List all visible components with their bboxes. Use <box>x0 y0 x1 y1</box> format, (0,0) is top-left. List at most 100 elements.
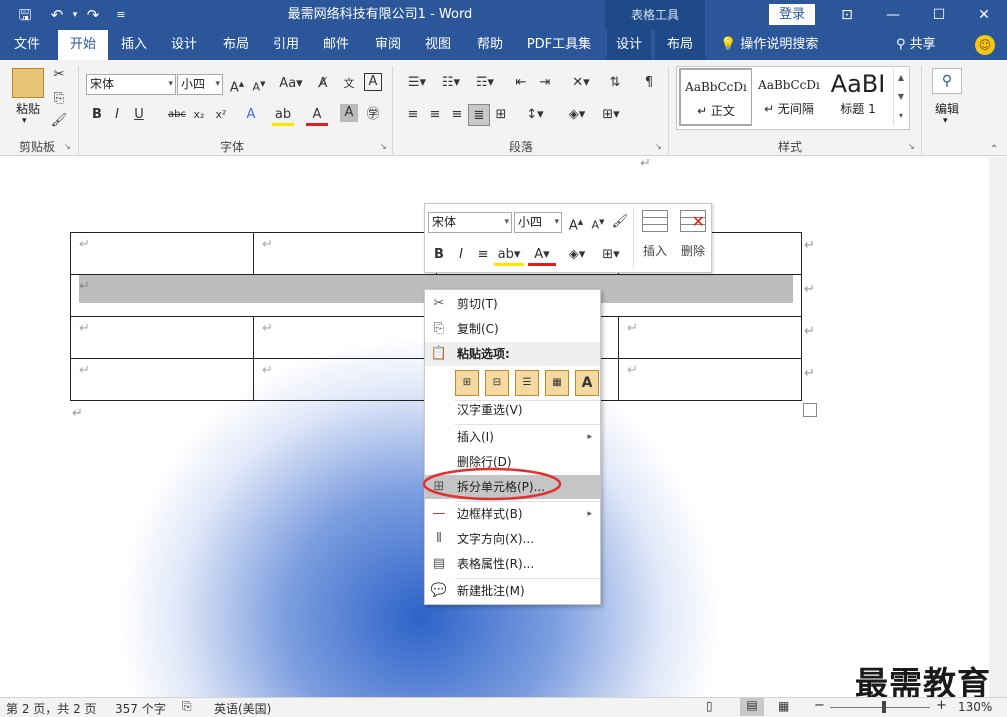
align-right-icon[interactable]: ≡ <box>446 104 468 126</box>
customize-qat-icon[interactable]: ≡ <box>110 5 132 25</box>
menu-item-reconvert[interactable]: 汉字重选(V) <box>425 398 600 422</box>
style-heading-1[interactable]: AaBI 标题 1 <box>826 68 890 126</box>
web-layout-icon[interactable]: ▦ <box>778 699 789 713</box>
character-border-icon[interactable]: A <box>364 73 382 91</box>
font-name-combo[interactable]: 宋体 ▾ <box>86 74 176 95</box>
smiley-feedback-icon[interactable]: ☺ <box>975 35 995 55</box>
paragraph-launcher-icon[interactable]: ↘ <box>655 142 662 151</box>
show-marks-icon[interactable]: ¶ <box>638 72 660 94</box>
align-center-icon[interactable]: ≡ <box>424 104 446 126</box>
borders-icon[interactable]: ⊞▾ <box>596 104 626 126</box>
menu-item-table-properties[interactable]: ▤ 表格属性(R)... <box>425 552 600 576</box>
menu-item-border-styles[interactable]: — 边框样式(B) ▸ <box>425 502 600 526</box>
print-layout-icon[interactable]: ▤ <box>740 698 764 716</box>
share-button[interactable]: ⚲ 共享 <box>896 30 936 60</box>
style-no-spacing[interactable]: AaBbCcDı ↵ 无间隔 <box>752 68 826 126</box>
copy-icon[interactable]: ⎘ <box>48 88 70 110</box>
shading-icon[interactable]: ◈▾ <box>562 104 592 126</box>
paste-text-only-icon[interactable]: A <box>575 370 599 396</box>
ribbon-display-icon[interactable]: ⊡ <box>824 0 870 30</box>
font-launcher-icon[interactable]: ↘ <box>380 142 387 151</box>
tab-table-design[interactable]: 设计 <box>607 30 651 60</box>
tab-pdf-tools[interactable]: PDF工具集 <box>522 30 596 60</box>
table-cell[interactable]: ↵ <box>253 232 437 275</box>
styles-launcher-icon[interactable]: ↘ <box>908 142 915 151</box>
editing-dropdown-icon[interactable]: ▾ <box>943 116 948 126</box>
mini-font-size-combo[interactable]: 小四 ▾ <box>514 212 562 233</box>
tab-layout[interactable]: 布局 <box>214 30 258 60</box>
collapse-ribbon-icon[interactable]: ⌃ <box>990 144 998 155</box>
change-case-icon[interactable]: Aa▾ <box>276 73 306 95</box>
mini-insert-button[interactable]: 插入 <box>637 208 673 270</box>
tab-help[interactable]: 帮助 <box>468 30 512 60</box>
tab-mailings[interactable]: 邮件 <box>314 30 358 60</box>
tab-design[interactable]: 设计 <box>162 30 206 60</box>
table-cell[interactable]: ↵ <box>70 358 254 401</box>
align-left-icon[interactable]: ≡ <box>402 104 424 126</box>
table-cell[interactable]: ↵ <box>618 358 802 401</box>
mini-center-icon[interactable]: ≡ <box>472 244 494 266</box>
clipboard-launcher-icon[interactable]: ↘ <box>64 142 71 151</box>
paste-merge-table-icon[interactable]: ⊟ <box>485 370 509 396</box>
save-icon[interactable]: 🖫 <box>14 5 36 25</box>
mini-font-color-icon[interactable]: A▾ <box>528 244 556 266</box>
read-mode-icon[interactable]: ▯ <box>706 699 713 713</box>
multilevel-list-icon[interactable]: ☶▾ <box>470 72 500 94</box>
bold-icon[interactable]: B <box>86 104 108 126</box>
mini-font-name-combo[interactable]: 宋体 ▾ <box>428 212 512 233</box>
close-icon[interactable]: ✕ <box>961 0 1007 30</box>
mini-grow-font-icon[interactable]: A▲ <box>565 211 587 233</box>
language[interactable]: 英语(美国) <box>214 700 271 717</box>
menu-item-copy[interactable]: ⎘ 复制(C) <box>425 317 600 341</box>
character-shading-icon[interactable]: A <box>340 104 358 122</box>
format-painter-icon[interactable]: 🖌 <box>48 110 70 132</box>
sort-icon[interactable]: ⇅ <box>604 72 626 94</box>
tab-insert[interactable]: 插入 <box>112 30 156 60</box>
tab-table-layout[interactable]: 布局 <box>655 30 705 60</box>
grow-font-icon[interactable]: A▲ <box>226 73 248 95</box>
italic-icon[interactable]: I <box>106 104 128 126</box>
mini-italic-icon[interactable]: I <box>450 244 472 266</box>
underline-icon[interactable]: U <box>128 104 150 126</box>
tab-view[interactable]: 视图 <box>416 30 460 60</box>
table-cell[interactable]: ↵ <box>70 316 254 359</box>
paste-dropdown-icon[interactable]: ▾ <box>22 116 27 126</box>
paste-insert-rows-icon[interactable]: ☰ <box>515 370 539 396</box>
login-button[interactable]: 登录 <box>769 4 815 25</box>
paste-nested-table-icon[interactable]: ⊞ <box>455 370 479 396</box>
mini-shrink-font-icon[interactable]: A▼ <box>587 211 609 233</box>
superscript-icon[interactable]: x² <box>210 104 232 126</box>
tab-references[interactable]: 引用 <box>264 30 308 60</box>
table-cell[interactable]: ↵ <box>253 358 437 401</box>
zoom-slider[interactable] <box>830 707 930 708</box>
phonetic-guide-icon[interactable]: 文 <box>338 73 360 95</box>
mini-highlight-icon[interactable]: ab▾ <box>494 244 524 266</box>
chinese-layout-icon[interactable]: ✕▾ <box>566 72 596 94</box>
zoom-slider-thumb[interactable] <box>882 701 886 713</box>
mini-format-painter-icon[interactable]: 🖌 <box>609 211 631 233</box>
zoom-in-icon[interactable]: + <box>936 698 947 713</box>
menu-item-text-direction[interactable]: ⫴ 文字方向(X)... <box>425 527 600 551</box>
tab-home[interactable]: 开始 <box>58 30 108 60</box>
vertical-scrollbar[interactable] <box>989 157 1007 697</box>
table-cell[interactable]: ↵ <box>618 316 802 359</box>
proofing-icon[interactable]: ⎘ <box>182 699 192 714</box>
table-resize-handle[interactable] <box>803 403 817 417</box>
redo-icon[interactable]: ↷ <box>82 5 104 25</box>
font-size-combo[interactable]: 小四 ▾ <box>177 74 223 95</box>
paste-button-label[interactable]: 粘贴 <box>8 100 48 117</box>
zoom-out-icon[interactable]: − <box>814 698 825 713</box>
styles-scroll[interactable]: ▲ ▼ ▾ <box>893 68 908 126</box>
cut-icon[interactable]: ✂ <box>48 64 70 86</box>
mini-delete-button[interactable]: ✕ 删除 <box>675 208 711 270</box>
table-cell[interactable]: ↵ <box>70 232 254 275</box>
mini-bold-icon[interactable]: B <box>428 244 450 266</box>
increase-indent-icon[interactable]: ⇥ <box>534 72 556 94</box>
menu-item-new-comment[interactable]: 💬 新建批注(M) <box>425 579 600 603</box>
decrease-indent-icon[interactable]: ⇤ <box>510 72 532 94</box>
tab-file[interactable]: 文件 <box>4 30 50 60</box>
style-normal[interactable]: AaBbCcDı ↵ 正文 <box>679 68 753 126</box>
word-count[interactable]: 357 个字 <box>115 700 166 717</box>
editing-button-label[interactable]: 编辑 <box>928 100 966 117</box>
maximize-icon[interactable]: ☐ <box>916 0 962 30</box>
